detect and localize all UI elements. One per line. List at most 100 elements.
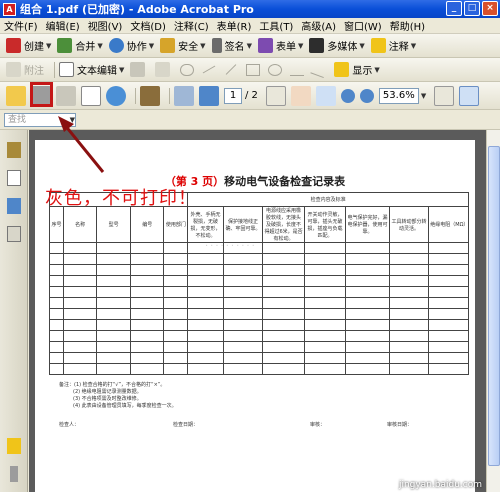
table-cell [163,352,189,364]
menu-edit[interactable]: 编辑(E) [46,18,80,33]
email-icon[interactable] [81,85,101,106]
minimize-button[interactable]: _ [446,1,462,16]
menu-document[interactable]: 文档(D) [130,18,166,33]
collaborate-button[interactable]: 协作 ▼ [108,38,154,53]
table-header-row: 序号 名称 型号 编号 使用部门 外壳、手柄无裂损，无破损，无变形，不松动。 保… [49,206,469,243]
pen-icon [211,38,222,53]
table-cell [428,319,469,331]
bookmarks-icon[interactable] [7,198,21,214]
open-folder-icon[interactable] [6,85,26,106]
table-cell [62,264,98,276]
form-icon [257,38,273,53]
zoom-tool-icon[interactable] [315,85,336,106]
comments-icon[interactable] [7,438,21,454]
text-edit-button[interactable]: 文本编辑 ▼ [59,62,124,77]
window-controls: _ □ × [446,1,498,16]
chevron-down-icon: ▼ [297,41,304,50]
table-cell [303,352,347,364]
create-button[interactable]: 创建 ▼ [6,38,51,53]
chevron-down-icon[interactable]: ▼ [421,92,426,100]
table-cell [62,297,98,309]
comment-button[interactable]: 注释 ▼ [370,38,417,53]
menu-comments[interactable]: 注释(C) [174,18,209,33]
find-input[interactable]: 查找 ▼ [4,112,76,127]
table-cell [163,330,189,342]
table-row [49,363,469,375]
table-cell [303,264,347,276]
table-cell [262,275,305,287]
zoom-out-icon[interactable] [340,88,355,103]
create-label: 创建 [24,42,44,53]
table-cell [163,297,189,309]
actual-size-icon[interactable] [434,85,455,106]
security-lock-icon[interactable] [7,142,21,158]
close-button[interactable]: × [482,1,498,16]
menu-tools[interactable]: 工具(T) [259,18,293,33]
page-number-input[interactable]: 1 [224,87,242,104]
table-row [49,319,469,331]
attachments-icon[interactable] [10,466,18,482]
table-cell [49,264,64,276]
table-cell [187,363,224,375]
table-cell [222,352,264,364]
save-icon[interactable] [56,85,76,106]
scrollbar-thumb[interactable] [488,146,500,466]
menu-file[interactable]: 文件(F) [4,18,38,33]
select-text-icon[interactable] [265,85,286,106]
table-cell [345,253,390,265]
hand-tool-icon[interactable] [290,85,311,106]
table-cell [49,286,64,298]
attach-button[interactable]: 附注 [6,62,44,77]
organizer-icon[interactable] [106,85,126,106]
column-header: 电源线应采用橡胶软线，无接头及破损，长度不得超过6米，是否有松动。 [262,206,305,243]
combine-button[interactable]: 合并 ▼ [57,38,103,53]
text-edit-icon [59,62,74,77]
stamp-tool-icon[interactable] [140,85,160,106]
table-cell [62,330,98,342]
table-cell [428,286,469,298]
menu-forms[interactable]: 表单(R) [217,18,252,33]
sign-label: 签名 [224,42,245,53]
signatures-icon[interactable] [7,226,21,242]
next-page-icon[interactable] [199,85,219,106]
table-cell [303,242,347,254]
multimedia-button[interactable]: 多媒体 ▼ [309,38,365,53]
chevron-down-icon: ▼ [410,41,417,50]
forms-button[interactable]: 表单 ▼ [257,38,304,53]
table-cell [428,308,469,320]
menu-bar: 文件(F) 编辑(E) 视图(V) 文档(D) 注释(C) 表单(R) 工具(T… [0,18,500,34]
table-cell [388,319,430,331]
pencil-tool-icon[interactable] [310,61,329,78]
menu-view[interactable]: 视图(V) [88,18,123,33]
table-cell [262,242,305,254]
rectangle-tool-icon[interactable] [246,63,261,76]
secure-button[interactable]: 安全 ▼ [160,38,206,53]
menu-advanced[interactable]: 高级(A) [301,18,336,33]
menu-window[interactable]: 窗口(W) [344,18,382,33]
pages-icon[interactable] [7,170,21,186]
fit-page-icon[interactable] [459,85,480,106]
arrow-tool-icon[interactable] [203,65,216,74]
find-placeholder: 查找 [8,114,27,125]
document-area: （第 3 页）移动电气设备检查记录表 检查内容及标准 序号 名称 型号 编号 使… [29,130,486,492]
zoom-level-input[interactable]: 53.6% [378,87,419,104]
table-cell [96,242,131,254]
sign-button[interactable]: 签名 ▼ [211,38,252,53]
maximize-button[interactable]: □ [464,1,480,16]
previous-page-icon[interactable] [174,85,194,106]
show-button[interactable]: 显示 ▼ [334,62,380,77]
line-tool-icon[interactable] [226,64,237,75]
oval-tool-icon[interactable] [268,63,283,76]
zoom-in-icon[interactable] [359,88,374,103]
menu-help[interactable]: 帮助(H) [390,18,425,33]
polygon-line-tool-icon[interactable] [290,64,305,76]
page-total: / 2 [245,90,258,101]
table-row [49,341,469,353]
vertical-scrollbar[interactable] [486,130,500,492]
table-cell [49,242,64,254]
table-cell [49,253,64,265]
cloud-tool-icon[interactable] [180,63,195,76]
stamp-icon[interactable] [130,62,146,77]
chevron-down-icon[interactable]: ▼ [70,114,75,126]
callout-icon[interactable] [155,62,171,77]
